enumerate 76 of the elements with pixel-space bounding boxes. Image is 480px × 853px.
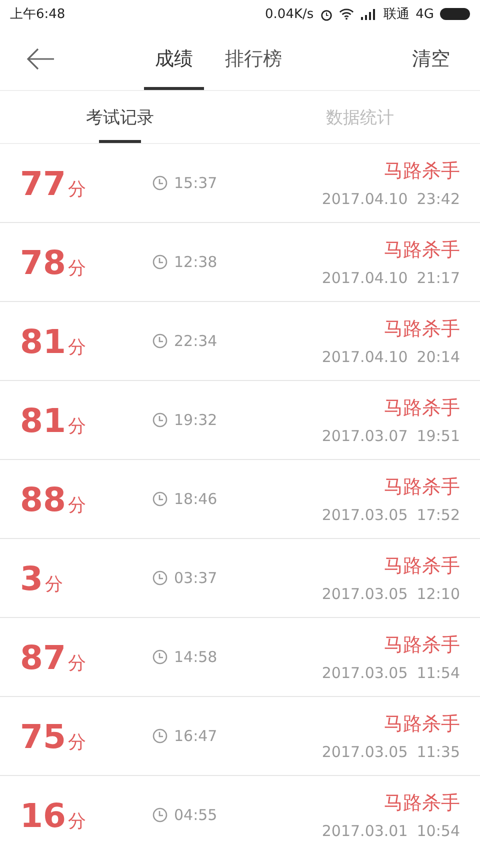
- duration-text: 12:38: [174, 253, 218, 271]
- exam-date: 2017.03.05: [322, 506, 408, 524]
- exam-title: 马路杀手: [384, 396, 460, 421]
- score-value: 75: [20, 716, 66, 756]
- clock-icon: [152, 175, 168, 191]
- exam-date: 2017.03.05: [322, 585, 408, 603]
- exam-time: 21:17: [416, 269, 460, 287]
- clock-icon: [152, 254, 168, 270]
- wifi-icon: [338, 8, 354, 20]
- score-value: 81: [20, 400, 66, 440]
- carrier-name: 联通: [384, 6, 410, 23]
- signal-icon: [360, 8, 378, 20]
- battery-icon: [440, 8, 470, 20]
- exam-date: 2017.03.05: [322, 743, 408, 761]
- duration-text: 22:34: [174, 332, 218, 350]
- score-unit: 分: [68, 178, 86, 200]
- exam-date: 2017.03.05: [322, 664, 408, 682]
- clock-icon: [152, 412, 168, 428]
- clock-time: 上午6:48: [10, 6, 66, 23]
- exam-title: 马路杀手: [384, 554, 460, 579]
- duration-text: 19:32: [174, 411, 218, 429]
- exam-title: 马路杀手: [384, 475, 460, 500]
- back-arrow-icon[interactable]: [26, 47, 56, 71]
- network-speed: 0.04K/s: [265, 6, 314, 22]
- exam-date: 2017.03.01: [322, 822, 408, 840]
- clock-icon: [152, 570, 168, 586]
- duration-text: 04:55: [174, 806, 218, 824]
- clock-icon: [152, 333, 168, 349]
- tab[interactable]: 排行榜: [214, 28, 293, 90]
- exam-time: 20:14: [416, 348, 460, 366]
- clock-icon: [152, 728, 168, 744]
- duration-text: 18:46: [174, 490, 218, 508]
- exam-title: 马路杀手: [384, 791, 460, 816]
- duration-text: 16:47: [174, 727, 218, 745]
- exam-time: 19:51: [416, 427, 460, 445]
- network-type: 4G: [416, 6, 434, 22]
- clock-icon: [152, 649, 168, 665]
- clock-icon: [152, 807, 168, 823]
- score-value: 88: [20, 480, 66, 518]
- alarm-icon: [320, 8, 333, 20]
- score-value: 3: [20, 558, 43, 598]
- score-unit: 分: [68, 494, 86, 516]
- score-value: 81: [20, 322, 66, 360]
- exam-time: 12:10: [416, 585, 460, 603]
- score-value: 16: [20, 796, 66, 834]
- exam-title: 马路杀手: [384, 159, 460, 184]
- duration-text: 14:58: [174, 648, 218, 666]
- exam-title: 马路杀手: [384, 317, 460, 342]
- score-unit: 分: [68, 414, 86, 438]
- score-value: 77: [20, 164, 66, 202]
- clock-icon: [152, 491, 168, 507]
- score-value: 78: [20, 242, 66, 282]
- score-unit: 分: [68, 336, 86, 358]
- score-unit: 分: [68, 730, 86, 754]
- clear-button[interactable]: 清空: [406, 45, 456, 73]
- score-value: 87: [20, 638, 66, 676]
- score-unit: 分: [44, 572, 63, 596]
- exam-time: 23:42: [416, 190, 460, 208]
- exam-title: 马路杀手: [384, 712, 460, 737]
- score-unit: 分: [68, 652, 86, 674]
- score-unit: 分: [68, 810, 86, 832]
- exam-title: 马路杀手: [384, 633, 460, 658]
- exam-date: 2017.03.07: [322, 427, 408, 445]
- tab[interactable]: 成绩: [144, 28, 204, 90]
- score-unit: 分: [68, 256, 86, 280]
- exam-time: 11:54: [416, 664, 460, 682]
- exam-time: 11:35: [416, 743, 460, 761]
- tab[interactable]: 考试记录: [0, 91, 240, 143]
- exam-time: 10:54: [416, 822, 460, 840]
- exam-time: 17:52: [416, 506, 460, 524]
- exam-date: 2017.04.10: [322, 348, 408, 366]
- exam-date: 2017.04.10: [322, 269, 408, 287]
- duration-text: 15:37: [174, 174, 218, 192]
- exam-title: 马路杀手: [384, 238, 460, 263]
- exam-date: 2017.04.10: [322, 190, 408, 208]
- duration-text: 03:37: [174, 569, 218, 587]
